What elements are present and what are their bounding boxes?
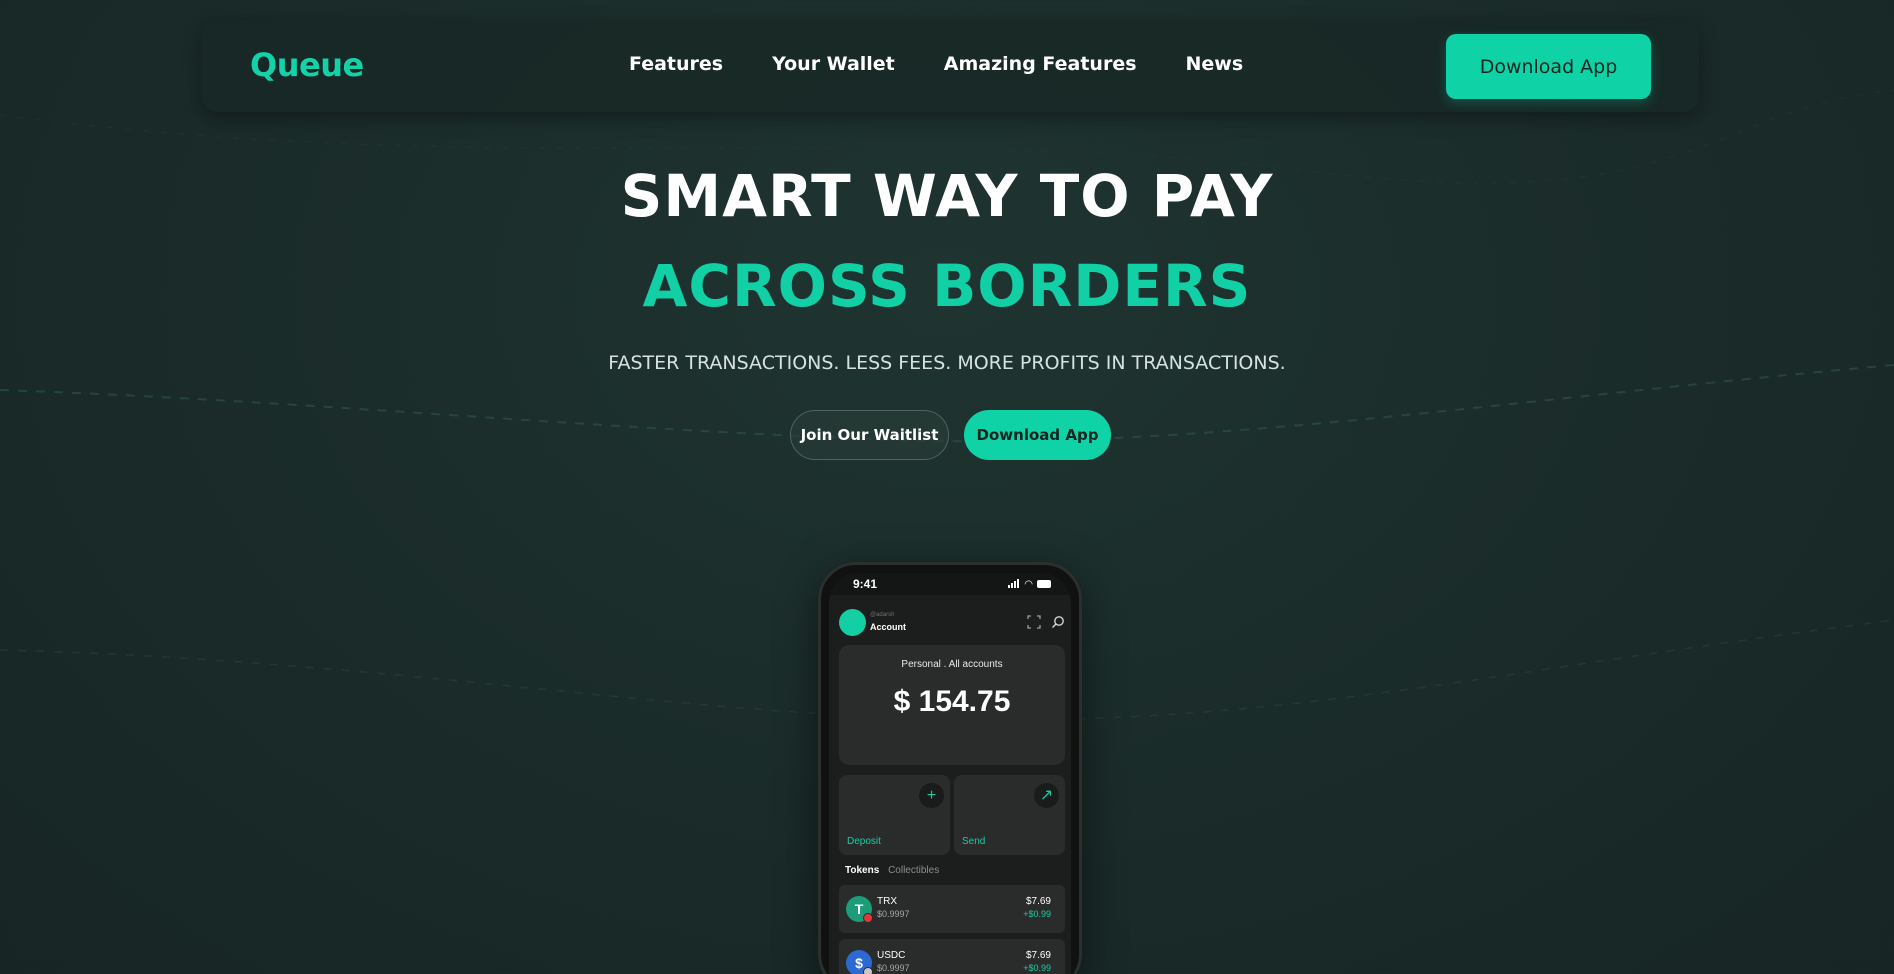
token-row-trx[interactable]: T TRX $0.9997 $7.69 +$0.99 [839,885,1065,933]
hero-title-line-2: ACROSS BORDERS [642,252,1252,320]
network-badge-icon [863,913,873,923]
main-nav: Features Your Wallet Amazing Features Ne… [629,53,1292,75]
token-price: $0.9997 [877,963,910,973]
search-icon[interactable] [1051,615,1065,629]
token-row-usdc[interactable]: $ USDC $0.9997 $7.69 +$0.99 [839,939,1065,974]
network-badge-icon [863,967,873,974]
status-time: 9:41 [853,577,878,591]
account-header: @adarsh Account [839,609,1064,637]
nav-link-features[interactable]: Features [629,53,723,75]
balance-card: Personal . All accounts $ 154.75 [839,645,1065,765]
status-bar: 9:41 ◠ [829,573,1071,595]
top-navbar: Queue Features Your Wallet Amazing Featu… [202,20,1699,112]
nav-link-amazing-features[interactable]: Amazing Features [944,53,1137,75]
nav-link-your-wallet[interactable]: Your Wallet [772,53,895,75]
join-waitlist-button[interactable]: Join Our Waitlist [790,410,949,460]
avatar[interactable] [839,609,866,636]
send-card[interactable]: ↗ Send [954,775,1065,855]
phone-screen: 9:41 ◠ @adarsh Account Personal . All ac… [829,573,1071,974]
hero-download-app-button[interactable]: Download App [964,410,1111,460]
deposit-label: Deposit [847,836,881,847]
balance-value: $ 154.75 [893,685,1011,718]
asset-tabs: Tokens Collectibles [845,865,939,876]
tab-tokens[interactable]: Tokens [845,865,879,876]
token-change: +$0.99 [1023,963,1051,973]
token-name: TRX [877,896,897,907]
arrow-up-right-icon[interactable]: ↗ [1034,783,1059,808]
plus-icon[interactable]: + [919,783,944,808]
token-change: +$0.99 [1023,909,1051,919]
hero-title-line-1: SMART WAY TO PAY [620,162,1274,230]
status-icons: ◠ [1008,577,1051,591]
tab-collectibles[interactable]: Collectibles [888,865,939,876]
account-label: Account [870,622,906,632]
wifi-icon: ◠ [1024,578,1033,590]
signal-icon [1008,577,1020,591]
token-price: $0.9997 [877,909,910,919]
hero-subtitle: FASTER TRANSACTIONS. LESS FEES. MORE PRO… [608,352,1286,374]
token-name: USDC [877,950,906,961]
brand-logo[interactable]: Queue [250,46,364,84]
nav-link-news[interactable]: News [1186,53,1244,75]
account-handle: @adarsh [870,612,895,618]
phone-mockup: 9:41 ◠ @adarsh Account Personal . All ac… [818,562,1082,974]
battery-icon [1037,580,1051,588]
token-value: $7.69 [1025,950,1051,961]
header-download-app-button[interactable]: Download App [1446,34,1651,99]
token-value: $7.69 [1025,896,1051,907]
send-label: Send [962,836,986,847]
balance-label: Personal . All accounts [901,659,1003,670]
deposit-card[interactable]: + Deposit [839,775,950,855]
scan-icon[interactable] [1027,615,1041,629]
